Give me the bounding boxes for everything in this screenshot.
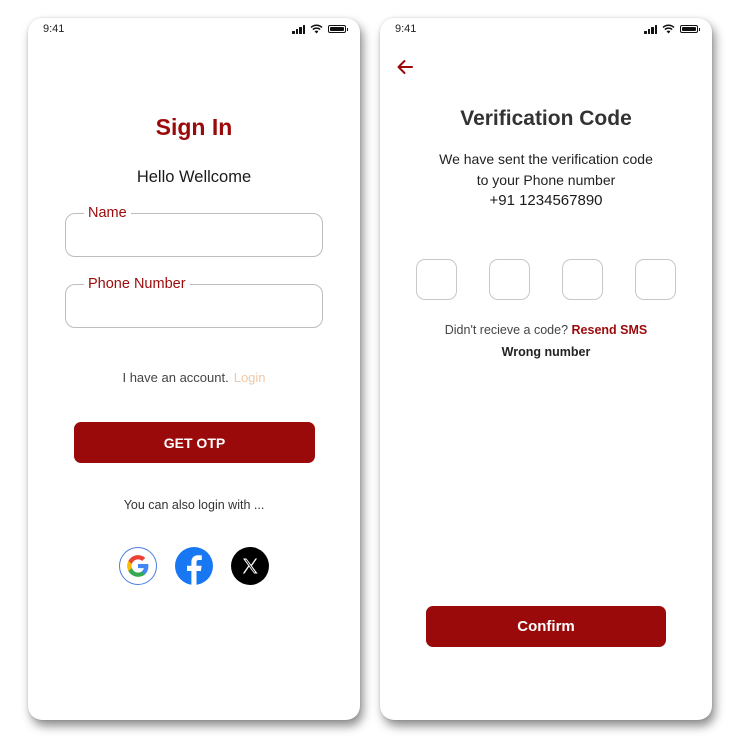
- facebook-icon: [187, 555, 202, 585]
- otp-digit-box[interactable]: [489, 259, 533, 301]
- status-bar: 9:41: [380, 18, 712, 42]
- description-line-2: to your Phone number: [476, 172, 616, 188]
- back-arrow-icon[interactable]: [394, 56, 416, 78]
- welcome-text: Hello Wellcome: [136, 168, 252, 186]
- battery-icon: [328, 25, 348, 33]
- status-time: 9:41: [395, 23, 417, 35]
- otp-digit-input[interactable]: [490, 260, 533, 301]
- otp-digit-input[interactable]: [563, 260, 606, 301]
- login-link[interactable]: Login: [234, 370, 266, 385]
- account-row: I have an account. Login: [28, 370, 360, 385]
- phone-number-field[interactable]: Phone Number: [65, 275, 323, 328]
- wifi-icon: [310, 24, 323, 34]
- status-bar: 9:41: [28, 18, 360, 42]
- verification-description: We have sent the verification code to yo…: [380, 149, 712, 191]
- resend-row: Didn't recieve a code? Resend SMS: [380, 323, 712, 337]
- cellular-signal-icon: [644, 24, 657, 34]
- otp-input-row: [416, 259, 679, 301]
- otp-digit-input[interactable]: [417, 260, 460, 301]
- otp-digit-input[interactable]: [636, 260, 679, 301]
- name-field-label: Name: [84, 204, 131, 222]
- facebook-login-button[interactable]: [175, 547, 213, 585]
- cellular-signal-icon: [292, 24, 305, 34]
- wrong-number-link[interactable]: Wrong number: [380, 345, 712, 359]
- sign-in-screen: 9:41 Sign In Hello Wellcome Name Phone N…: [28, 18, 360, 720]
- page-title: Verification Code: [460, 107, 632, 130]
- x-icon: [242, 558, 258, 574]
- alt-login-text: You can also login with ...: [123, 498, 265, 512]
- x-login-button[interactable]: [231, 547, 269, 585]
- battery-icon: [680, 25, 700, 33]
- otp-digit-box[interactable]: [562, 259, 606, 301]
- description-line-1: We have sent the verification code: [439, 151, 653, 167]
- verification-screen: 9:41 Verification Code We have sent the …: [380, 18, 712, 720]
- page-title: Sign In: [155, 114, 233, 140]
- resend-sms-link[interactable]: Resend SMS: [572, 323, 648, 337]
- google-icon: [127, 555, 149, 577]
- resend-prompt: Didn't recieve a code?: [444, 323, 569, 337]
- confirm-button[interactable]: Confirm: [426, 606, 666, 647]
- phone-number-field-label: Phone Number: [84, 275, 190, 293]
- get-otp-button[interactable]: GET OTP: [74, 422, 315, 463]
- status-time: 9:41: [43, 23, 65, 35]
- social-login-row: [119, 547, 269, 585]
- otp-digit-box[interactable]: [635, 259, 679, 301]
- otp-digit-box[interactable]: [416, 259, 460, 301]
- phone-number: +91 1234567890: [489, 192, 603, 209]
- google-login-button[interactable]: [119, 547, 157, 585]
- wifi-icon: [662, 24, 675, 34]
- name-field[interactable]: Name: [65, 204, 323, 257]
- account-text: I have an account.: [122, 370, 229, 385]
